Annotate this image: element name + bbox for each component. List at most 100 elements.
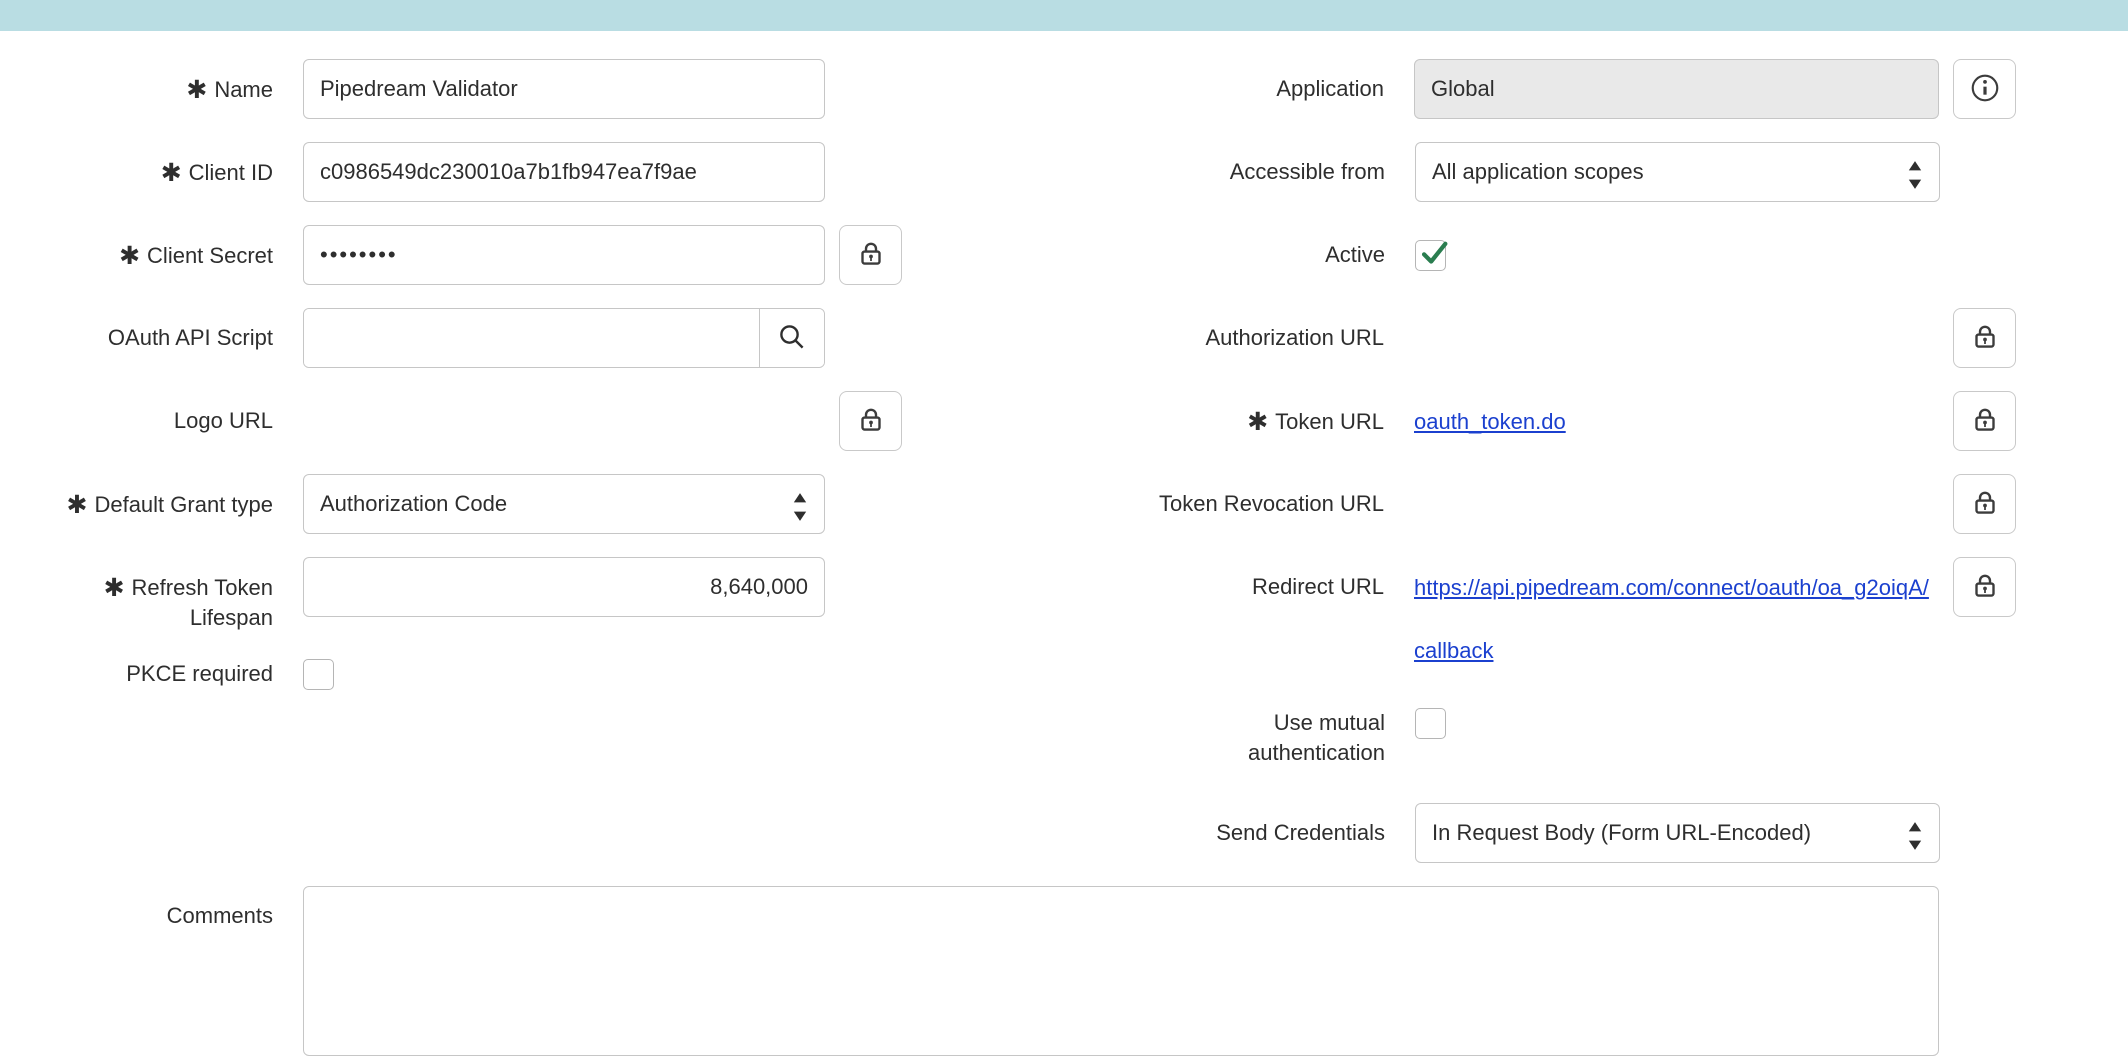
refresh-token-lifespan-label: ✱Refresh Token Lifespan: [28, 546, 273, 633]
token-revocation-url-label: Token Revocation URL: [1135, 463, 1384, 519]
lock-icon: [1970, 488, 2000, 521]
logo-url-label: Logo URL: [28, 380, 273, 436]
authorization-url-lock-button[interactable]: [1953, 308, 2016, 368]
oauth-api-script-input[interactable]: [304, 309, 759, 367]
search-icon: [777, 322, 807, 355]
spinner-icon: [1904, 817, 1926, 863]
authorization-url-label-text: Authorization URL: [1205, 325, 1384, 350]
field-row-send-credentials: Send Credentials In Request Body (Form U…: [1135, 792, 2016, 875]
send-credentials-label-text: Send Credentials: [1216, 820, 1385, 845]
application-label-text: Application: [1276, 76, 1384, 101]
application-field: Global: [1414, 59, 1939, 119]
lock-icon: [856, 239, 886, 272]
redirect-url-label-text: Redirect URL: [1252, 574, 1384, 599]
active-checkbox[interactable]: [1415, 240, 1446, 271]
accessible-from-label: Accessible from: [1135, 131, 1385, 187]
client-secret-label-text: Client Secret: [147, 243, 273, 268]
field-row-token-revocation-url: Token Revocation URL: [1135, 463, 2016, 546]
field-row-use-mutual-authentication: Use mutual authentication: [1135, 682, 2016, 792]
required-marker: ✱: [186, 76, 207, 104]
field-row-refresh-token-lifespan: ✱Refresh Token Lifespan: [0, 546, 902, 633]
lock-icon: [856, 405, 886, 438]
use-mutual-authentication-label-text: Use mutual authentication: [1248, 710, 1385, 765]
send-credentials-label: Send Credentials: [1135, 792, 1385, 848]
application-label: Application: [1135, 48, 1384, 104]
token-revocation-url-lock-button[interactable]: [1953, 474, 2016, 534]
form-column-right: Application Global: [1135, 48, 2016, 875]
redirect-url-label: Redirect URL: [1135, 546, 1384, 602]
application-value: Global: [1431, 76, 1495, 101]
lock-icon: [1970, 571, 2000, 604]
spinner-icon: [1904, 156, 1926, 202]
required-marker: ✱: [104, 574, 125, 602]
lock-icon: [1970, 322, 2000, 355]
lock-icon: [1970, 405, 2000, 438]
refresh-token-lifespan-label-text: Refresh Token Lifespan: [132, 575, 273, 630]
refresh-token-lifespan-input[interactable]: [303, 557, 825, 617]
field-row-client-secret: ✱ Client Secret: [0, 214, 902, 297]
client-secret-input[interactable]: [303, 225, 825, 285]
use-mutual-authentication-checkbox[interactable]: [1415, 708, 1446, 739]
client-id-label: ✱ Client ID: [28, 131, 273, 188]
default-grant-type-select[interactable]: Authorization Code: [303, 474, 825, 534]
logo-url-lock-button[interactable]: [839, 391, 902, 451]
field-row-redirect-url: Redirect URL https://api.pipedream.com/c…: [1135, 546, 2016, 682]
client-secret-label: ✱ Client Secret: [28, 214, 273, 271]
token-revocation-url-label-text: Token Revocation URL: [1159, 491, 1384, 516]
send-credentials-selected-value: In Request Body (Form URL-Encoded): [1432, 820, 1811, 845]
field-row-oauth-api-script: OAuth API Script: [0, 297, 902, 380]
required-marker: ✱: [119, 242, 140, 270]
form-columns: ✱ Name ✱ Client ID ✱ Client Secret: [0, 48, 2128, 875]
required-marker: ✱: [67, 491, 88, 519]
redirect-url-link[interactable]: https://api.pipedream.com/connect/oauth/…: [1414, 575, 1929, 663]
accessible-from-label-text: Accessible from: [1230, 159, 1385, 184]
field-row-name: ✱ Name: [0, 48, 902, 131]
accessible-from-selected-value: All application scopes: [1432, 159, 1644, 184]
application-info-button[interactable]: [1953, 59, 2016, 119]
accessible-from-select[interactable]: All application scopes: [1415, 142, 1940, 202]
oauth-api-script-reference-field: [303, 308, 825, 368]
field-row-authorization-url: Authorization URL: [1135, 297, 2016, 380]
form-column-left: ✱ Name ✱ Client ID ✱ Client Secret: [0, 48, 902, 716]
comments-textarea[interactable]: [303, 886, 1939, 1056]
token-url-lock-button[interactable]: [1953, 391, 2016, 451]
oauth-api-script-label-text: OAuth API Script: [108, 325, 273, 350]
oauth-registry-form: ✱ Name ✱ Client ID ✱ Client Secret: [0, 31, 2128, 1056]
field-row-active: Active: [1135, 214, 2016, 297]
active-label-text: Active: [1325, 242, 1385, 267]
default-grant-type-selected-value: Authorization Code: [320, 491, 507, 516]
required-marker: ✱: [1247, 408, 1268, 436]
oauth-api-script-label: OAuth API Script: [28, 297, 273, 353]
field-row-pkce-required: PKCE required: [0, 633, 902, 716]
authorization-url-label: Authorization URL: [1135, 297, 1384, 353]
field-row-application: Application Global: [1135, 48, 2016, 131]
spinner-icon: [789, 488, 811, 534]
field-row-logo-url: Logo URL: [0, 380, 902, 463]
name-input[interactable]: [303, 59, 825, 119]
token-url-label: ✱ Token URL: [1135, 380, 1384, 437]
field-row-default-grant-type: ✱Default Grant type Authorization Code: [0, 463, 902, 546]
token-url-value: oauth_token.do: [1414, 390, 1939, 453]
use-mutual-authentication-label: Use mutual authentication: [1135, 682, 1385, 768]
default-grant-type-label-text: Default Grant type: [94, 492, 273, 517]
redirect-url-value: https://api.pipedream.com/connect/oauth/…: [1414, 556, 1939, 682]
field-row-token-url: ✱ Token URL oauth_token.do: [1135, 380, 2016, 463]
oauth-api-script-search-button[interactable]: [759, 309, 824, 367]
active-label: Active: [1135, 214, 1385, 270]
default-grant-type-label: ✱Default Grant type: [28, 463, 273, 520]
required-marker: ✱: [161, 159, 182, 187]
pkce-required-checkbox[interactable]: [303, 659, 334, 690]
client-id-input[interactable]: [303, 142, 825, 202]
redirect-url-lock-button[interactable]: [1953, 557, 2016, 617]
field-row-accessible-from: Accessible from All application scopes: [1135, 131, 2016, 214]
comments-label-text: Comments: [167, 903, 273, 928]
client-id-label-text: Client ID: [189, 160, 273, 185]
token-url-label-text: Token URL: [1275, 409, 1384, 434]
pkce-required-label: PKCE required: [28, 633, 273, 689]
send-credentials-select[interactable]: In Request Body (Form URL-Encoded): [1415, 803, 1940, 863]
client-secret-lock-button[interactable]: [839, 225, 902, 285]
token-url-link[interactable]: oauth_token.do: [1414, 409, 1566, 434]
pkce-required-label-text: PKCE required: [126, 661, 273, 686]
top-accent-bar: [0, 0, 2128, 31]
name-label-text: Name: [214, 77, 273, 102]
